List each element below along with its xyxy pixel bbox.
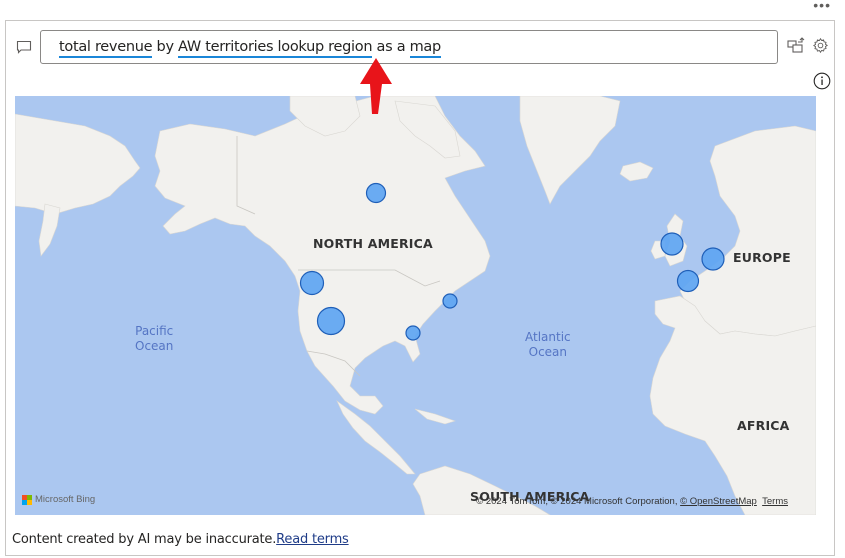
chat-bubble-icon <box>16 40 32 54</box>
bubble-southeast-us[interactable] <box>405 325 421 341</box>
label-africa: AFRICA <box>737 418 790 433</box>
qa-query-text: total revenue by AW territories lookup r… <box>59 39 441 58</box>
bubble-southwest-us[interactable] <box>316 306 346 336</box>
bubble-northeast-us[interactable] <box>442 293 458 309</box>
land-greenland <box>519 96 621 205</box>
ai-disclaimer: Content created by AI may be inaccurate.… <box>12 532 349 547</box>
attribution-text: © 2024 TomTom, © 2024 Microsoft Corporat… <box>476 496 681 507</box>
land-iceland <box>619 161 654 182</box>
label-north-america: NORTH AMERICA <box>313 236 433 251</box>
ocean-label-line: Ocean <box>135 339 174 353</box>
more-options-icon[interactable]: ••• <box>813 0 831 12</box>
microsoft-logo-icon <box>22 494 32 505</box>
bubble-canada[interactable] <box>365 182 387 204</box>
info-icon <box>813 72 831 90</box>
bubble-france[interactable] <box>676 269 700 293</box>
query-word: by <box>152 39 179 55</box>
land-masses <box>15 96 816 515</box>
query-term: AW territories lookup region <box>178 39 373 58</box>
bubble-united-kingdom[interactable] <box>660 232 684 256</box>
filled-map-visual[interactable]: NORTH AMERICA EUROPE AFRICA SOUTH AMERIC… <box>15 96 816 515</box>
query-term: map <box>409 39 441 58</box>
map-provider-label: Microsoft Bing <box>35 494 96 505</box>
gear-icon <box>812 37 828 53</box>
disclaimer-text: Content created by AI may be inaccurate. <box>12 532 277 547</box>
map-attribution: © 2024 TomTom, © 2024 Microsoft Corporat… <box>476 496 788 507</box>
label-atlantic-ocean: Atlantic Ocean <box>525 330 571 360</box>
ocean-label-line: Ocean <box>528 345 568 359</box>
bing-logo: Microsoft Bing <box>22 494 95 505</box>
map-basemap <box>15 96 816 515</box>
land-siberia <box>15 113 141 215</box>
read-terms-link[interactable]: Read terms <box>276 532 349 547</box>
openstreetmap-link[interactable]: © OpenStreetMap <box>680 496 757 507</box>
land-europe <box>679 125 816 337</box>
settings-button[interactable] <box>810 35 830 55</box>
ocean-label-line: Atlantic <box>525 330 571 344</box>
bubble-germany[interactable] <box>701 247 725 271</box>
label-europe: EUROPE <box>733 250 791 265</box>
query-term: total revenue <box>59 39 153 58</box>
turn-into-visual-icon <box>787 37 805 53</box>
qa-question-input[interactable]: total revenue by AW territories lookup r… <box>40 30 778 64</box>
terms-link[interactable]: Terms <box>762 496 788 507</box>
info-button[interactable] <box>812 71 832 91</box>
ocean-label-line: Pacific <box>135 324 174 338</box>
bubble-northwest-us[interactable] <box>299 270 325 296</box>
label-pacific-ocean: Pacific Ocean <box>135 324 173 354</box>
turn-into-visual-button[interactable] <box>786 35 806 55</box>
land-cuba <box>414 408 456 425</box>
red-arrow-annotation <box>360 58 392 114</box>
land-kamchatka <box>38 203 61 257</box>
query-word: as a <box>372 39 410 55</box>
